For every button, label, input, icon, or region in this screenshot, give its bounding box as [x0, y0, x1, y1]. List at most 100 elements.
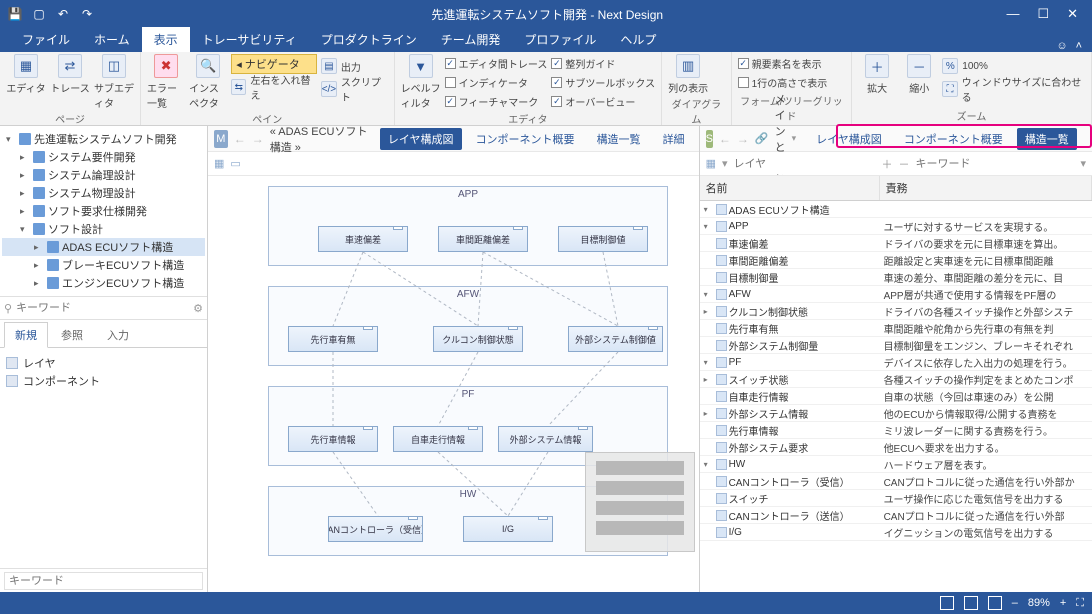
table-row[interactable]: ▾AFWAPP層が共通で使用する情報をPF層の — [700, 286, 1092, 303]
zoom-fit[interactable]: ⛶ウィンドウサイズに合わせる — [942, 79, 1085, 99]
redo-icon[interactable]: ↷ — [80, 7, 94, 21]
collapse-ribbon-icon[interactable]: ˄ — [1076, 40, 1082, 52]
search-settings-icon[interactable]: ⚙ — [193, 302, 203, 315]
fullscreen-icon[interactable]: ⛶ — [1076, 597, 1084, 610]
expand-icon[interactable]: ▾ — [704, 222, 714, 231]
zoomin-button[interactable]: ＋拡大 — [858, 54, 896, 95]
toolbox-icon2[interactable]: ▭ — [230, 157, 240, 170]
chk-overview[interactable]: ✓オーバービュー — [551, 92, 655, 110]
comp[interactable]: 外部システム制御値 — [568, 326, 663, 352]
keyword-filter-input[interactable] — [916, 158, 1075, 170]
comp[interactable]: 車速偏差 — [318, 226, 408, 252]
close-icon[interactable]: ✕ — [1067, 6, 1078, 22]
table-row[interactable]: ▸外部システム情報他のECUから情報取得/公開する責務を — [700, 405, 1092, 422]
sub-view-layer[interactable]: レイヤ構成図 — [808, 128, 890, 150]
nav-fwd-icon[interactable]: → — [737, 132, 749, 146]
comp[interactable]: 車間距離偏差 — [438, 226, 528, 252]
view-detail[interactable]: 詳細 — [655, 128, 693, 150]
errors-button[interactable]: ✖エラー一覧 — [147, 54, 185, 110]
filter-settings-icon[interactable]: ▾ — [1080, 157, 1086, 170]
table-row[interactable]: I/Gイグニッションの電気信号を出力する — [700, 524, 1092, 541]
lp-tab-input[interactable]: 入力 — [96, 322, 140, 347]
table-row[interactable]: CANコントローラ（受信）CANプロトコルに従った通信を行い外部か — [700, 473, 1092, 490]
table-row[interactable]: 先行車情報ミリ波レーダーに関する責務を行う。 — [700, 422, 1092, 439]
comp[interactable]: CANコントローラ（受信） — [328, 516, 423, 542]
chk-feature[interactable]: ✓フィーチャマーク — [445, 92, 548, 110]
col-duty[interactable]: 責務 — [880, 176, 1092, 200]
expand-icon[interactable]: ▸ — [704, 409, 714, 418]
zoom-pct[interactable]: %100% — [942, 56, 1085, 76]
comp[interactable]: I/G — [463, 516, 553, 542]
expand-icon[interactable]: ▾ — [704, 290, 714, 299]
view-structlist[interactable]: 構造一覧 — [589, 128, 649, 150]
lp-tab-ref[interactable]: 参照 — [50, 322, 94, 347]
table-row[interactable]: スイッチユーザ操作に応じた電気信号を出力する — [700, 490, 1092, 507]
expand-icon[interactable]: ▾ — [704, 205, 714, 214]
expand-icon[interactable]: ▾ — [704, 460, 714, 469]
comp[interactable]: 自車走行情報 — [393, 426, 483, 452]
zoomout-button[interactable]: －縮小 — [900, 54, 938, 95]
table-row[interactable]: ▾ADAS ECUソフト構造 — [700, 201, 1092, 218]
expand-icon[interactable]: ▸ — [704, 307, 714, 316]
view-compsummary[interactable]: コンポーネント概要 — [468, 128, 583, 150]
table-row[interactable]: ▾APPユーザに対するサービスを実現する。 — [700, 218, 1092, 235]
undo-icon[interactable]: ↶ — [56, 7, 70, 21]
chk-editor-trace[interactable]: ✓エディタ間トレース — [445, 54, 548, 72]
sub-view-comp[interactable]: コンポーネント概要 — [896, 128, 1011, 150]
colshow-button[interactable]: ▥列の表示 — [668, 54, 708, 95]
table-row[interactable]: 車間距離偏差距離設定と実車速を元に目標車間距離 — [700, 252, 1092, 269]
lp-tab-new[interactable]: 新規 — [4, 322, 48, 348]
lp-item-component[interactable]: コンポーネント — [6, 372, 201, 390]
save-icon[interactable]: 💾 — [8, 7, 22, 21]
table-row[interactable]: ▾PFデバイスに依存した入出力の処理を行う。 — [700, 354, 1092, 371]
chk-subtool[interactable]: ✓サブツールボックス — [551, 73, 655, 91]
table-row[interactable]: CANコントローラ（送信）CANプロトコルに従った通信を行い外部 — [700, 507, 1092, 524]
lp-keyword-input[interactable] — [4, 572, 203, 590]
table-row[interactable]: 先行車有無車間距離や舵角から先行車の有無を判 — [700, 320, 1092, 337]
view-mode-icon[interactable] — [940, 596, 954, 610]
sync-icon[interactable]: 🔗 — [755, 132, 769, 145]
navigator-button[interactable]: ◂ナビゲータ — [231, 54, 317, 74]
nav-back-icon[interactable]: ← — [234, 132, 246, 146]
inspector-button[interactable]: 🔍インスペクタ — [189, 54, 227, 110]
view-mode-icon[interactable] — [988, 596, 1002, 610]
sub-view-detail[interactable]: 詳細 — [1083, 128, 1092, 150]
zoom-out-icon[interactable]: – — [1012, 597, 1018, 609]
table-row[interactable]: 車速偏差ドライバの要求を元に目標車速を算出。 — [700, 235, 1092, 252]
maximize-icon[interactable]: ☐ — [1037, 6, 1049, 22]
editor-button[interactable]: ▦エディタ — [6, 54, 46, 95]
nav-back-icon[interactable]: ← — [719, 132, 731, 146]
lp-item-layer[interactable]: レイヤ — [6, 354, 201, 372]
output-button[interactable]: ▤出力 — [321, 56, 388, 76]
comp[interactable]: 目標制御値 — [558, 226, 648, 252]
structure-table[interactable]: 名前 責務 ▾ADAS ECUソフト構造▾APPユーザに対するサービスを実現する… — [700, 176, 1092, 592]
levelfilter-button[interactable]: ▼レベルフィルタ — [401, 54, 441, 110]
comp[interactable]: 先行車有無 — [288, 326, 378, 352]
table-row[interactable]: 自車走行情報自車の状態（今回は車速のみ）を公開 — [700, 388, 1092, 405]
layer-filter-input[interactable] — [734, 158, 876, 170]
nav-fwd-icon[interactable]: → — [252, 132, 264, 146]
toolbox-icon[interactable]: ▦ — [214, 157, 224, 170]
feedback-icon[interactable]: ☺ — [1056, 40, 1067, 52]
tab-profile[interactable]: プロファイル — [512, 27, 608, 52]
tab-home[interactable]: ホーム — [82, 27, 142, 52]
trace-button[interactable]: ⇄トレース — [50, 54, 90, 95]
table-row[interactable]: 外部システム制御量目標制御量をエンジン、ブレーキそれぞれ — [700, 337, 1092, 354]
table-row[interactable]: ▸スイッチ状態各種スイッチの操作判定をまとめたコンポ — [700, 371, 1092, 388]
project-tree[interactable]: ▾先進運転システムソフト開発 ▸システム要件開発 ▸システム論理設計 ▸システム… — [0, 126, 207, 296]
comp[interactable]: クルコン制御状態 — [433, 326, 523, 352]
tab-trace[interactable]: トレーサビリティ — [190, 27, 309, 52]
tab-team[interactable]: チーム開発 — [429, 27, 513, 52]
chk-singleline[interactable]: 1行の高さで表示 — [738, 73, 828, 91]
table-row[interactable]: ▸クルコン制御状態ドライバの各種スイッチ操作と外部システ — [700, 303, 1092, 320]
tab-product[interactable]: プロダクトライン — [309, 27, 429, 52]
zoom-in-icon[interactable]: + — [1060, 597, 1066, 609]
breadcrumb[interactable]: « ADAS ECUソフト構造 » — [270, 123, 368, 155]
diagram-canvas[interactable]: APP AFW PF HW 車速偏差 車間距離偏差 目標制御値 先行車有無 クル… — [208, 176, 699, 592]
filter-icon[interactable]: ▦ — [706, 157, 716, 170]
tab-file[interactable]: ファイル — [10, 27, 82, 52]
view-mode-icon[interactable] — [964, 596, 978, 610]
chk-parentname[interactable]: ✓親要素名を表示 — [738, 54, 828, 72]
tree-item-selected[interactable]: ▸ADAS ECUソフト構造 — [2, 238, 205, 256]
script-button[interactable]: </>スクリプト — [321, 79, 388, 99]
